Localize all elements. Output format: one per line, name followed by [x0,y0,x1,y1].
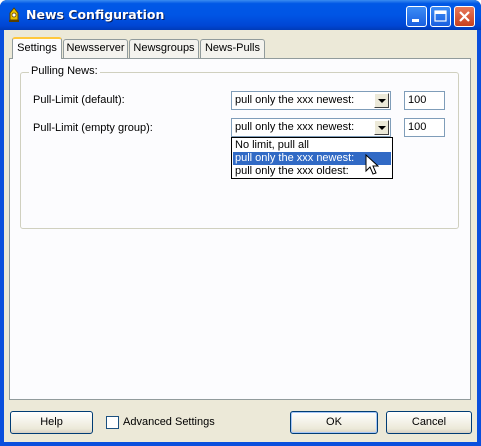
advanced-settings-label[interactable]: Advanced Settings [123,416,215,428]
tab-newsgroups[interactable]: Newsgroups [129,39,199,58]
pull-limit-default-select[interactable]: pull only the xxx newest: [231,91,391,110]
chevron-down-icon[interactable] [374,120,389,135]
cancel-button[interactable]: Cancel [386,411,472,434]
app-icon [9,7,19,22]
tab-newsserver[interactable]: Newsserver [63,39,128,58]
window-frame-right [477,30,481,446]
pull-limit-empty-value: pull only the xxx newest: [235,121,355,133]
pull-limit-empty-label: Pull-Limit (empty group): [33,122,153,134]
maximize-icon [434,10,447,22]
mouse-cursor-icon [365,154,379,175]
chevron-down-icon[interactable] [374,93,389,108]
close-button[interactable] [454,6,475,27]
footer-separator [4,405,477,406]
tab-settings[interactable]: Settings [12,37,62,59]
ok-button[interactable]: OK [290,411,378,434]
title-bar[interactable]: News Configuration [0,0,481,30]
tab-news-pulls[interactable]: News-Pulls [200,39,265,58]
pull-limit-empty-select[interactable]: pull only the xxx newest: [231,118,391,137]
help-button[interactable]: Help [10,411,93,434]
maximize-button[interactable] [430,6,451,27]
dialog-window: News Configuration Settings Newsserver N… [0,0,481,446]
dropdown-option[interactable]: No limit, pull all [233,139,391,152]
pull-limit-default-label: Pull-Limit (default): [33,94,125,106]
window-title: News Configuration [26,7,165,22]
group-legend: Pulling News: [29,65,100,77]
pull-limit-empty-count-input[interactable]: 100 [404,118,445,137]
window-frame-bottom [0,442,481,446]
minimize-button[interactable] [406,6,427,27]
minimize-icon [412,19,419,22]
pull-limit-default-count-input[interactable]: 100 [404,91,445,110]
close-icon [459,11,470,22]
advanced-settings-checkbox[interactable] [106,416,119,429]
pull-limit-default-value: pull only the xxx newest: [235,94,355,106]
